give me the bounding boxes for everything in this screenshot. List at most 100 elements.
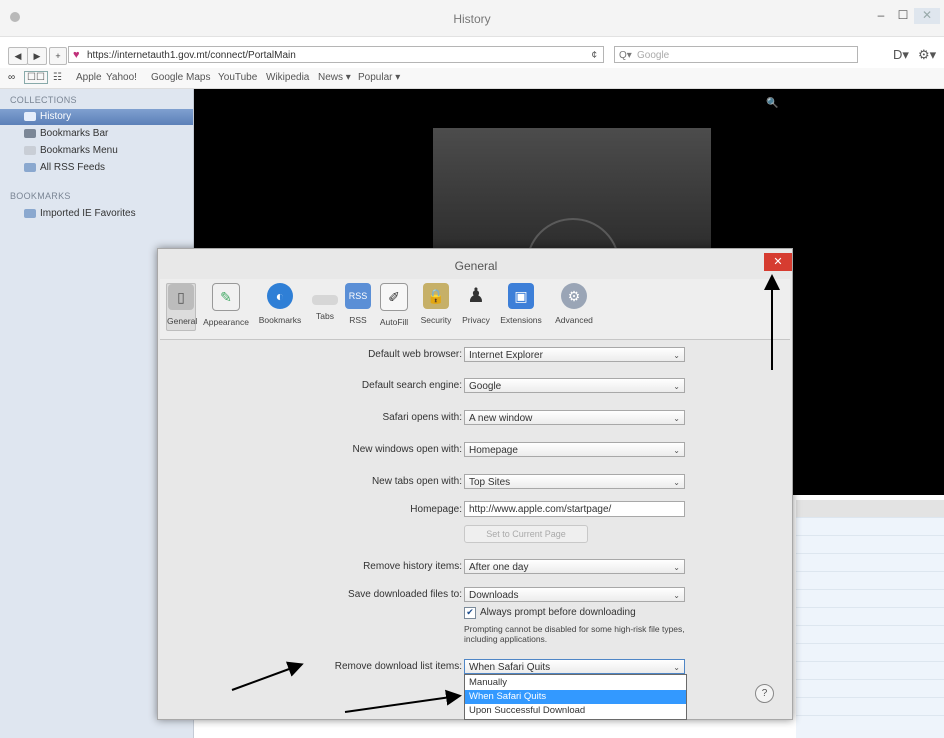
safari-opens-select[interactable]: A new window ⌄ — [464, 410, 685, 425]
tab-security[interactable]: 🔒 Security — [416, 283, 456, 331]
list-item[interactable] — [796, 590, 944, 608]
site-favicon-icon: ♥ — [73, 49, 80, 61]
sidebar-item-bookmarks-bar[interactable]: Bookmarks Bar — [24, 126, 108, 142]
settings-menu-icon[interactable]: ⚙▾ — [918, 47, 936, 63]
new-tabs-label: New tabs open with: — [371, 476, 462, 487]
top-sites-icon[interactable]: ☷ — [53, 72, 62, 83]
sidebar-item-history[interactable]: History — [0, 109, 193, 125]
list-item[interactable] — [796, 572, 944, 590]
homepage-input[interactable]: http://www.apple.com/startpage/ — [464, 501, 685, 517]
list-item[interactable] — [796, 662, 944, 680]
sidebar-item-imported-favorites[interactable]: Imported IE Favorites — [24, 206, 136, 222]
sidebar-item-rss-feeds[interactable]: All RSS Feeds — [24, 160, 105, 176]
add-bookmark-button[interactable]: + — [49, 47, 67, 65]
show-bookmarks-icon[interactable]: ☐☐ — [24, 71, 48, 84]
list-item[interactable] — [796, 608, 944, 626]
rss-icon: RSS — [345, 283, 371, 309]
tab-privacy[interactable]: ♟ Privacy — [458, 283, 494, 331]
remove-download-select[interactable]: When Safari Quits ⌄ — [464, 659, 685, 674]
chevron-down-icon: ⌄ — [673, 414, 680, 423]
list-item[interactable] — [796, 680, 944, 698]
save-downloads-select[interactable]: Downloads ⌄ — [464, 587, 685, 602]
save-downloads-label: Save downloaded files to: — [348, 589, 462, 600]
always-prompt-label: Always prompt before downloading — [480, 607, 636, 618]
chevron-down-icon: ⌄ — [673, 563, 680, 572]
bookmark-wikipedia[interactable]: Wikipedia — [266, 72, 309, 83]
tab-general[interactable]: ▯ General — [166, 283, 197, 331]
sidebar-item-bookmarks-menu[interactable]: Bookmarks Menu — [24, 143, 118, 159]
chevron-down-icon: ⌄ — [673, 351, 680, 360]
list-header — [796, 500, 944, 518]
new-windows-label: New windows open with: — [352, 444, 463, 455]
list-item[interactable] — [796, 536, 944, 554]
back-button[interactable]: ◀ — [8, 47, 28, 65]
option-when-safari-quits[interactable]: When Safari Quits — [465, 690, 686, 704]
new-tabs-select[interactable]: Top Sites ⌄ — [464, 474, 685, 489]
new-windows-select[interactable]: Homepage ⌄ — [464, 442, 685, 457]
bookmarks-menu-icon — [24, 145, 36, 155]
appearance-icon: ✎ — [212, 283, 240, 311]
remove-download-options-list: Manually When Safari Quits Upon Successf… — [464, 674, 687, 720]
list-item[interactable] — [796, 518, 944, 536]
dialog-close-button[interactable]: ✕ — [764, 253, 792, 271]
list-item[interactable] — [796, 554, 944, 572]
tab-extensions[interactable]: ▣ Extensions — [496, 283, 546, 331]
tab-advanced[interactable]: ⚙ Advanced — [548, 283, 600, 331]
address-bar[interactable]: ♥ https://internetauth1.gov.mt/connect/P… — [68, 46, 604, 63]
chevron-down-icon: ⌄ — [673, 382, 680, 391]
search-icon: Q▾ — [619, 50, 632, 61]
search-engine-label: Default search engine: — [361, 380, 462, 391]
search-input[interactable]: Q▾ Google — [614, 46, 858, 63]
help-button[interactable]: ? — [755, 684, 774, 703]
always-prompt-checkbox[interactable]: ✔ — [464, 607, 476, 619]
history-search-icon[interactable]: 🔍 — [766, 98, 778, 109]
globe-icon: ◐ — [267, 283, 293, 309]
window-titlebar: History – ☐ ✕ — [0, 0, 944, 37]
rss-folder-icon — [24, 162, 36, 172]
bookmark-google-maps[interactable]: Google Maps — [151, 72, 210, 83]
bookmark-yahoo[interactable]: Yahoo! — [106, 72, 137, 83]
set-current-page-button[interactable]: Set to Current Page — [464, 525, 588, 543]
bookmark-news[interactable]: News ▾ — [318, 72, 351, 83]
tab-bookmarks[interactable]: ◐ Bookmarks — [256, 283, 304, 331]
folder-icon — [24, 208, 36, 218]
option-manually[interactable]: Manually — [465, 676, 686, 690]
remove-history-select[interactable]: After one day ⌄ — [464, 559, 685, 574]
page-menu-icon[interactable]: D▾ — [893, 47, 909, 63]
reload-icon[interactable]: ¢ — [591, 47, 597, 64]
search-engine-select[interactable]: Google ⌄ — [464, 378, 685, 393]
list-item[interactable] — [796, 626, 944, 644]
default-browser-select[interactable]: Internet Explorer ⌄ — [464, 347, 685, 362]
reading-list-icon[interactable]: ∞ — [8, 72, 15, 83]
bookmark-apple[interactable]: Apple — [76, 72, 102, 83]
address-url: https://internetauth1.gov.mt/connect/Por… — [87, 50, 296, 61]
window-close-button[interactable]: ✕ — [914, 8, 940, 24]
tabs-icon — [312, 295, 338, 305]
default-browser-label: Default web browser: — [368, 349, 462, 360]
remove-download-label: Remove download list items: — [334, 661, 462, 672]
bookmark-popular[interactable]: Popular ▾ — [358, 72, 400, 83]
puzzle-icon: ▣ — [508, 283, 534, 309]
search-placeholder: Google — [637, 50, 670, 61]
chevron-down-icon: ⌄ — [673, 446, 680, 455]
bookmark-youtube[interactable]: YouTube — [218, 72, 257, 83]
tab-tabs[interactable]: Tabs — [310, 283, 340, 331]
tab-autofill[interactable]: ✐ AutoFill — [376, 283, 412, 331]
tab-rss[interactable]: RSS RSS — [344, 283, 372, 331]
lock-icon: 🔒 — [423, 283, 449, 309]
option-upon-successful-download[interactable]: Upon Successful Download — [465, 704, 686, 718]
bookmarks-bar: ∞ ☐☐ ☷ Apple Yahoo! Google Maps YouTube … — [0, 68, 944, 89]
window-title: History — [453, 12, 491, 26]
preferences-tabbar: ▯ General ✎ Appearance ◐ Bookmarks Tabs … — [160, 279, 790, 340]
homepage-label: Homepage: — [410, 504, 462, 515]
list-item[interactable] — [796, 644, 944, 662]
chevron-down-icon: ⌄ — [673, 663, 680, 672]
maximize-button[interactable]: ☐ — [896, 8, 910, 24]
tab-appearance[interactable]: ✎ Appearance — [200, 283, 252, 331]
bookmarks-heading: BOOKMARKS — [10, 191, 71, 201]
forward-button[interactable]: ▶ — [27, 47, 47, 65]
chevron-down-icon: ⌄ — [673, 478, 680, 487]
dialog-title: General — [454, 259, 498, 273]
list-item[interactable] — [796, 698, 944, 716]
minimize-button[interactable]: – — [874, 8, 888, 24]
